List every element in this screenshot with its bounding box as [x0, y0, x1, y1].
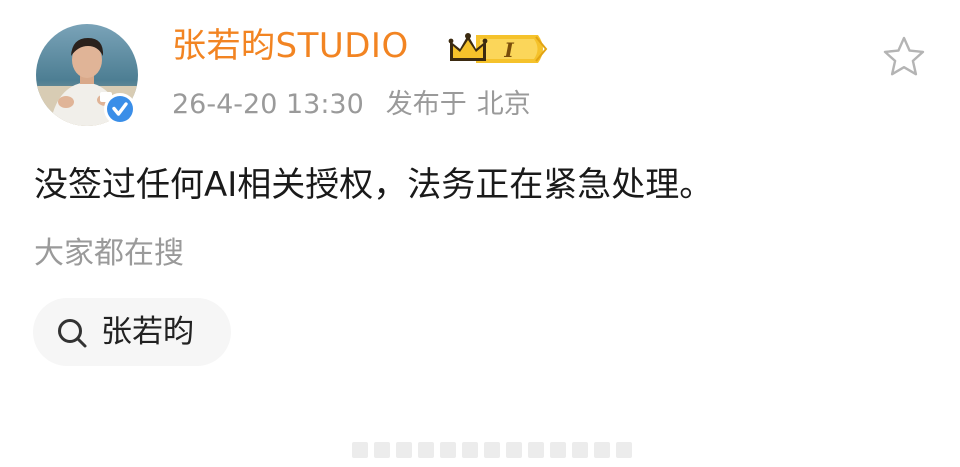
crown-vip-badge-icon: I — [448, 33, 548, 63]
trending-label: 大家都在搜 — [34, 236, 184, 271]
verified-badge — [103, 92, 137, 126]
star-outline-icon — [883, 36, 925, 76]
favorite-button[interactable] — [880, 33, 928, 81]
member-badge[interactable]: I — [446, 27, 550, 71]
author-name[interactable]: 张若昀STUDIO — [172, 22, 409, 70]
post-date: 26-4-20 13:30 — [172, 89, 364, 120]
badge-level: I — [503, 38, 514, 62]
post-meta: 26-4-20 13:30 发布于 北京 — [172, 85, 531, 125]
published-label: 发布于 — [385, 89, 467, 120]
trending-search-chip[interactable]: 张若昀 — [33, 298, 231, 366]
post-content: 没签过任何AI相关授权，法务正在紧急处理。 — [34, 165, 714, 205]
bottom-watermark — [352, 436, 634, 464]
post-location: 北京 — [476, 89, 531, 120]
weibo-post-card: 张若昀STUDIO I 26-4-20 13:30 发布于 北京 没签过任何AI相关… — [0, 0, 960, 467]
trending-chip-label: 张若昀 — [101, 314, 194, 350]
search-icon — [55, 316, 89, 350]
verified-check-icon — [104, 93, 136, 125]
